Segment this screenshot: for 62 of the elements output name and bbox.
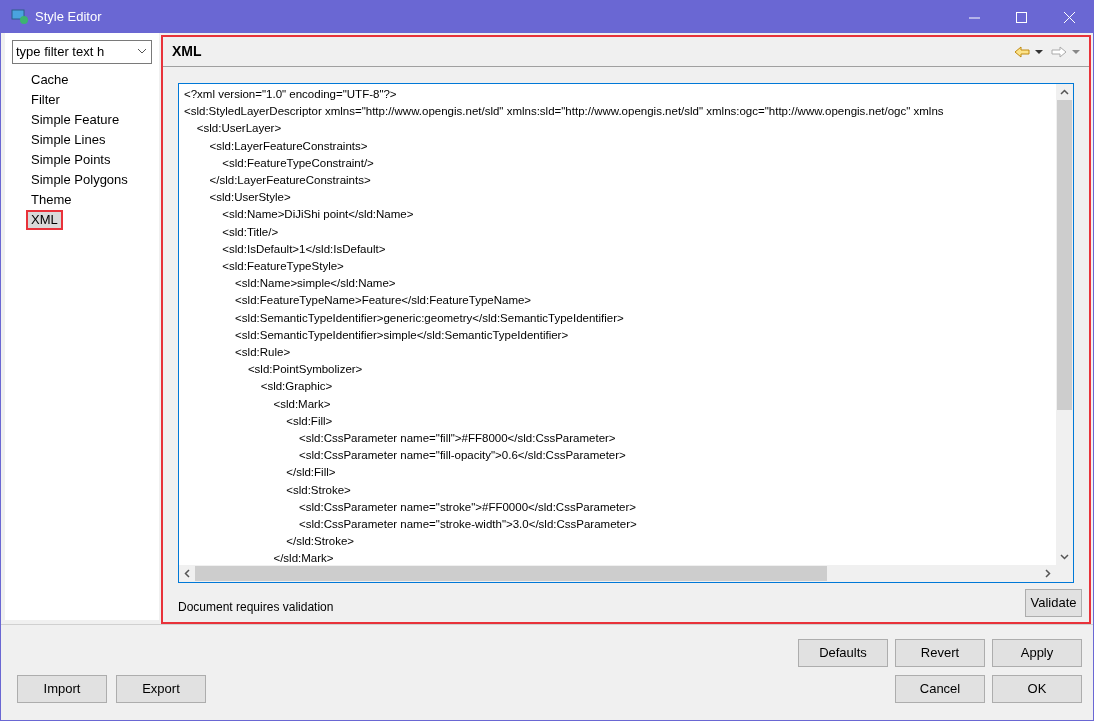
code-line: <sld:SemanticTypeIdentifier>generic:geometry</sld:SemanticTypeIdentifier> bbox=[234, 310, 624, 326]
code-line: <sld:FeatureTypeName>Feature</sld:FeatureTypeName> bbox=[234, 293, 532, 309]
dialog-button[interactable]: OK bbox=[992, 675, 1082, 703]
code-line: </sld:Fill> bbox=[285, 465, 336, 481]
dropdown-icon[interactable] bbox=[1035, 49, 1043, 54]
scroll-down-icon[interactable] bbox=[1060, 554, 1069, 560]
app-icon bbox=[11, 9, 29, 25]
code-line: <sld:PointSymbolizer> bbox=[246, 362, 363, 378]
code-line: <sld:Fill> bbox=[285, 413, 333, 429]
scroll-right-icon[interactable] bbox=[1045, 569, 1051, 578]
sidebar-item[interactable]: Simple Feature bbox=[31, 112, 120, 128]
scroll-up-icon[interactable] bbox=[1060, 89, 1069, 95]
code-line: </sld:Stroke> bbox=[285, 534, 354, 550]
sidebar-item[interactable]: Filter bbox=[31, 92, 60, 108]
horizontal-scrollbar[interactable] bbox=[179, 565, 1073, 582]
code-line: <sld:FeatureTypeStyle> bbox=[221, 259, 344, 275]
code-line: <sld:CssParameter name="stroke">#FF0000</sld:CssParameter> bbox=[298, 499, 637, 515]
code-line: <sld:LayerFeatureConstraints> bbox=[208, 138, 368, 154]
dialog-button[interactable]: Cancel bbox=[895, 675, 985, 703]
window-title: Style Editor bbox=[35, 8, 102, 27]
sidebar-item[interactable]: Simple Points bbox=[31, 152, 111, 168]
code-line: <sld:FeatureTypeConstraint/> bbox=[221, 155, 374, 171]
dialog-button[interactable]: Validate bbox=[1025, 589, 1082, 617]
sidebar-item[interactable]: XML bbox=[26, 210, 63, 230]
code-line: <sld:Mark> bbox=[272, 396, 331, 412]
code-line: <sld:Name>simple</sld:Name> bbox=[234, 276, 396, 292]
code-line: <sld:Title/> bbox=[221, 224, 279, 240]
code-line: <sld:CssParameter name="fill">#FF8000</sld:CssParameter> bbox=[298, 431, 616, 447]
sidebar-item[interactable]: Simple Polygons bbox=[31, 172, 128, 188]
page-title: XML bbox=[172, 42, 202, 61]
filter-field[interactable]: type filter text h bbox=[12, 39, 152, 64]
close-icon[interactable] bbox=[1064, 11, 1075, 23]
sidebar-item[interactable]: Cache bbox=[31, 72, 69, 88]
code-line: <sld:UserLayer> bbox=[195, 121, 282, 137]
maximize-icon[interactable] bbox=[1016, 11, 1027, 23]
dialog-button[interactable]: Import bbox=[17, 675, 107, 703]
code-line: <sld:Name>DiJiShi point</sld:Name> bbox=[221, 207, 414, 223]
scroll-thumb[interactable] bbox=[195, 566, 827, 581]
xml-editor[interactable] bbox=[178, 83, 1074, 583]
dialog-button[interactable]: Apply bbox=[992, 639, 1082, 667]
status-text: Document requires validation bbox=[178, 599, 334, 616]
code-line: <sld:CssParameter name="fill-opacity">0.6</sld:CssParameter> bbox=[298, 448, 626, 464]
chevron-icon bbox=[137, 48, 147, 54]
dialog-button[interactable]: Export bbox=[116, 675, 206, 703]
code-line: <sld:UserStyle> bbox=[208, 190, 291, 206]
dialog-button[interactable]: Revert bbox=[895, 639, 985, 667]
scroll-thumb[interactable] bbox=[1057, 100, 1072, 410]
code-line: <?xml version="1.0" encoding="UTF-8"?> bbox=[184, 87, 397, 102]
code-line: <sld:IsDefault>1</sld:IsDefault> bbox=[221, 241, 386, 257]
scroll-left-icon[interactable] bbox=[184, 569, 190, 578]
code-line: </sld:LayerFeatureConstraints> bbox=[208, 173, 371, 188]
code-line: <sld:StyledLayerDescriptor xmlns="http://www.opengis.net/sld" xmlns:sld="http://www.opengis.net/sld" xmlns:ogc="http://www.opengis.net/ogc" xmlns bbox=[184, 104, 944, 120]
code-line: <sld:Graphic> bbox=[259, 379, 333, 395]
dialog-button[interactable]: Defaults bbox=[798, 639, 888, 667]
vertical-scrollbar[interactable] bbox=[1056, 84, 1073, 565]
code-line: <sld:SemanticTypeIdentifier>simple</sld:SemanticTypeIdentifier> bbox=[234, 327, 569, 343]
sidebar-item[interactable]: Theme bbox=[31, 192, 72, 208]
code-line: </sld:Mark> bbox=[272, 551, 334, 565]
code-line: <sld:Stroke> bbox=[285, 482, 351, 498]
code-line: <sld:Rule> bbox=[234, 345, 291, 361]
code-line: <sld:CssParameter name="stroke-width">3.0</sld:CssParameter> bbox=[298, 517, 637, 533]
sidebar-item[interactable]: Simple Lines bbox=[31, 132, 106, 148]
